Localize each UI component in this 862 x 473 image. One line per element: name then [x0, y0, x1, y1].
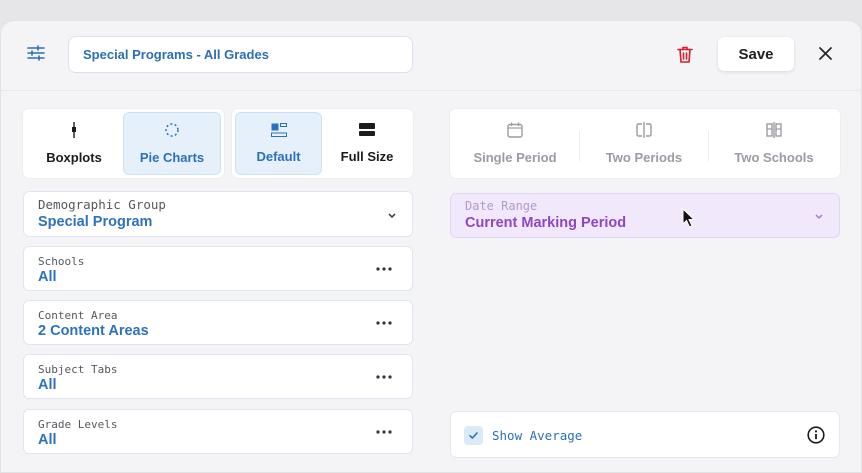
pie-charts-label: Pie Charts — [139, 150, 205, 165]
boxplot-icon — [72, 122, 76, 138]
field-label: Content Area — [38, 309, 118, 322]
single-period-option[interactable]: Single Period — [453, 112, 577, 175]
filter-sliders-icon[interactable] — [27, 45, 45, 61]
divider — [708, 131, 709, 161]
field-value: All — [38, 269, 57, 285]
default-size-label: Default — [256, 149, 301, 164]
chevron-down-icon — [388, 213, 396, 219]
more-options-icon[interactable] — [376, 430, 392, 434]
two-schools-label: Two Schools — [734, 150, 814, 165]
chevron-down-icon — [815, 214, 823, 220]
field-label: Demographic Group — [38, 197, 166, 212]
two-periods-option[interactable]: Two Periods — [582, 112, 706, 175]
divider — [579, 131, 580, 161]
default-size-icon — [270, 123, 287, 137]
calendar-icon — [507, 122, 523, 138]
field-value: All — [38, 432, 57, 448]
show-average-panel: Show Average — [450, 411, 840, 458]
more-options-icon[interactable] — [376, 321, 392, 325]
single-period-label: Single Period — [473, 150, 557, 165]
full-size-icon — [359, 123, 375, 136]
boxplots-label: Boxplots — [46, 150, 102, 165]
field-value: 2 Content Areas — [38, 323, 149, 339]
info-icon[interactable] — [807, 426, 825, 444]
dialog-header: Save — [1, 21, 861, 91]
period-comparison-toggle: Single Period Two Periods Two Schools — [450, 109, 840, 178]
field-value: Special Program — [38, 214, 153, 230]
grade-levels-field[interactable]: Grade Levels All — [23, 409, 413, 454]
chart-title-input[interactable] — [68, 36, 413, 73]
subject-tabs-field[interactable]: Subject Tabs All — [23, 354, 413, 399]
show-average-label[interactable]: Show Average — [492, 428, 582, 443]
more-options-icon[interactable] — [376, 375, 392, 379]
schools-field[interactable]: Schools All — [23, 246, 413, 291]
split-period-icon — [636, 122, 652, 138]
close-icon[interactable] — [818, 46, 833, 61]
chart-type-toggle: Boxplots Pie Charts — [23, 109, 224, 178]
date-range-select[interactable]: Date Range Current Marking Period — [450, 193, 840, 238]
field-value: Current Marking Period — [465, 215, 627, 231]
mouse-cursor-icon — [682, 208, 696, 228]
two-schools-option[interactable]: Two Schools — [711, 112, 837, 175]
field-label: Grade Levels — [38, 418, 118, 431]
show-average-checkbox[interactable] — [464, 426, 483, 445]
field-label: Schools — [38, 255, 85, 268]
boxplots-option[interactable]: Boxplots — [26, 112, 122, 175]
save-button[interactable]: Save — [718, 37, 794, 71]
demographic-group-select[interactable]: Demographic Group Special Program — [23, 191, 413, 237]
split-school-icon — [766, 122, 782, 138]
full-size-label: Full Size — [340, 149, 394, 164]
trash-icon[interactable] — [677, 46, 693, 63]
more-options-icon[interactable] — [376, 267, 392, 271]
full-size-option[interactable]: Full Size — [324, 112, 410, 175]
field-label: Date Range — [465, 199, 538, 213]
chart-size-toggle: Default Full Size — [232, 109, 413, 178]
pie-chart-icon — [165, 123, 179, 137]
field-value: All — [38, 377, 57, 393]
chart-settings-dialog: Save Boxplots Pie Charts — [0, 20, 862, 473]
checkmark-icon — [469, 432, 478, 439]
content-area-field[interactable]: Content Area 2 Content Areas — [23, 300, 413, 345]
pie-charts-option[interactable]: Pie Charts — [123, 112, 221, 175]
field-label: Subject Tabs — [38, 363, 118, 376]
default-size-option[interactable]: Default — [235, 112, 322, 175]
two-periods-label: Two Periods — [605, 150, 683, 165]
